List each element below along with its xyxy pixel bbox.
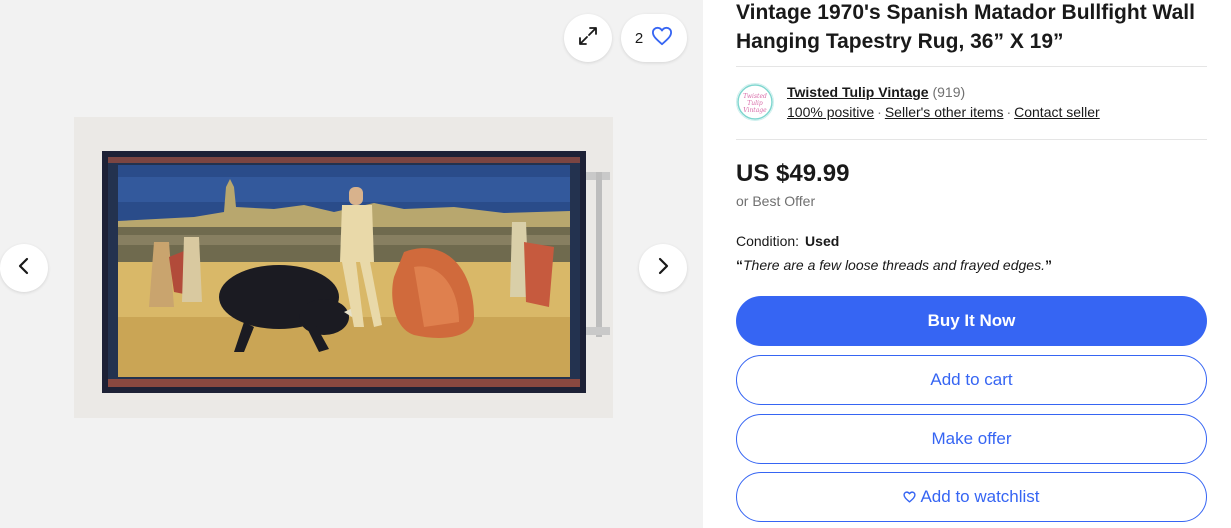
quote-close: ” bbox=[1044, 257, 1052, 273]
add-to-cart-label: Add to cart bbox=[930, 370, 1013, 389]
heart-outline-icon bbox=[903, 491, 917, 503]
condition-description: “There are a few loose threads and fraye… bbox=[736, 256, 1052, 274]
chevron-right-icon bbox=[653, 256, 673, 281]
image-gallery: 2 bbox=[0, 0, 703, 528]
condition-row: Condition: Used bbox=[736, 232, 839, 250]
seller-feedback-count: (919) bbox=[932, 84, 966, 100]
make-offer-label: Make offer bbox=[931, 429, 1012, 448]
watch-count-button[interactable]: 2 bbox=[621, 14, 687, 62]
make-offer-button[interactable]: Make offer bbox=[736, 414, 1207, 464]
item-price: US $49.99 bbox=[736, 160, 850, 187]
svg-text:Tulip: Tulip bbox=[747, 100, 763, 107]
condition-label: Condition: bbox=[736, 233, 800, 249]
previous-image-button[interactable] bbox=[0, 244, 48, 292]
svg-text:Vintage: Vintage bbox=[743, 107, 767, 114]
separator: · bbox=[1006, 104, 1012, 120]
svg-text:Twisted: Twisted bbox=[743, 93, 767, 100]
seller-other-items-link[interactable]: Seller's other items bbox=[885, 104, 1004, 120]
buy-it-now-button[interactable]: Buy It Now bbox=[736, 296, 1207, 346]
next-image-button[interactable] bbox=[639, 244, 687, 292]
listing-page: 2 Vintage 1970's Spanish Matador Bullfig… bbox=[0, 0, 1231, 528]
buy-it-now-label: Buy It Now bbox=[927, 311, 1016, 330]
positive-feedback-link[interactable]: 100% positive bbox=[787, 104, 874, 120]
divider bbox=[736, 139, 1207, 140]
heart-outline-icon bbox=[651, 26, 673, 51]
divider bbox=[736, 66, 1207, 67]
quote-open: “ bbox=[736, 257, 743, 273]
separator: · bbox=[877, 104, 882, 120]
item-title: Vintage 1970's Spanish Matador Bullfight… bbox=[736, 1, 1195, 53]
seller-links: 100% positive · Seller's other items · Conta… bbox=[787, 103, 1100, 121]
add-to-cart-button[interactable]: Add to cart bbox=[736, 355, 1207, 405]
condition-value: Used bbox=[805, 233, 840, 249]
add-to-watchlist-label: Add to watchlist bbox=[920, 487, 1040, 506]
seller-name-row: Twisted Tulip Vintage (919) bbox=[787, 83, 965, 101]
expand-arrows-icon bbox=[576, 24, 600, 53]
seller-name-link[interactable]: Twisted Tulip Vintage bbox=[787, 84, 929, 100]
expand-button[interactable] bbox=[564, 14, 612, 62]
seller-logo[interactable]: Twisted Tulip Vintage bbox=[736, 83, 774, 121]
tapestry-photo bbox=[74, 117, 613, 418]
item-summary-panel: Vintage 1970's Spanish Matador Bullfight… bbox=[736, 0, 1207, 528]
product-image[interactable] bbox=[74, 117, 613, 418]
chevron-left-icon bbox=[14, 256, 34, 281]
contact-seller-link[interactable]: Contact seller bbox=[1014, 104, 1100, 120]
best-offer-label: or Best Offer bbox=[736, 193, 816, 209]
add-to-watchlist-button[interactable]: Add to watchlist bbox=[736, 472, 1207, 522]
condition-note-text: There are a few loose threads and frayed… bbox=[743, 257, 1045, 273]
watch-count: 2 bbox=[634, 29, 644, 47]
